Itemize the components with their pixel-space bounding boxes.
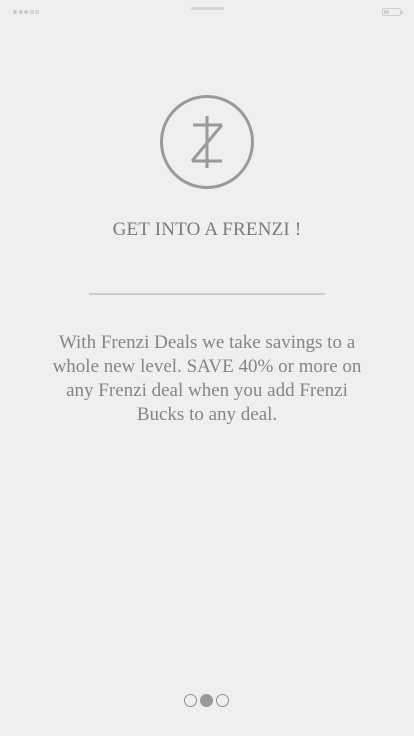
divider	[89, 293, 325, 295]
status-bar	[0, 0, 414, 24]
battery-low-icon	[382, 8, 403, 16]
top-handle	[191, 7, 224, 10]
signal-dot	[35, 10, 39, 14]
signal-dot	[24, 10, 28, 14]
signal-dot	[29, 10, 34, 14]
signal-dot	[13, 10, 17, 14]
onboarding-description: With Frenzi Deals we take savings to a w…	[52, 332, 362, 425]
onboarding-title: GET INTO A FRENZI !	[112, 219, 302, 240]
page-dot-active[interactable]	[200, 694, 213, 707]
page-dot[interactable]	[184, 694, 197, 707]
page-indicator[interactable]	[184, 694, 229, 707]
signal-strength-icon	[13, 10, 39, 14]
signal-dot	[18, 10, 23, 14]
page-dot[interactable]	[216, 694, 229, 707]
frenzi-z-logo-icon	[159, 94, 255, 190]
